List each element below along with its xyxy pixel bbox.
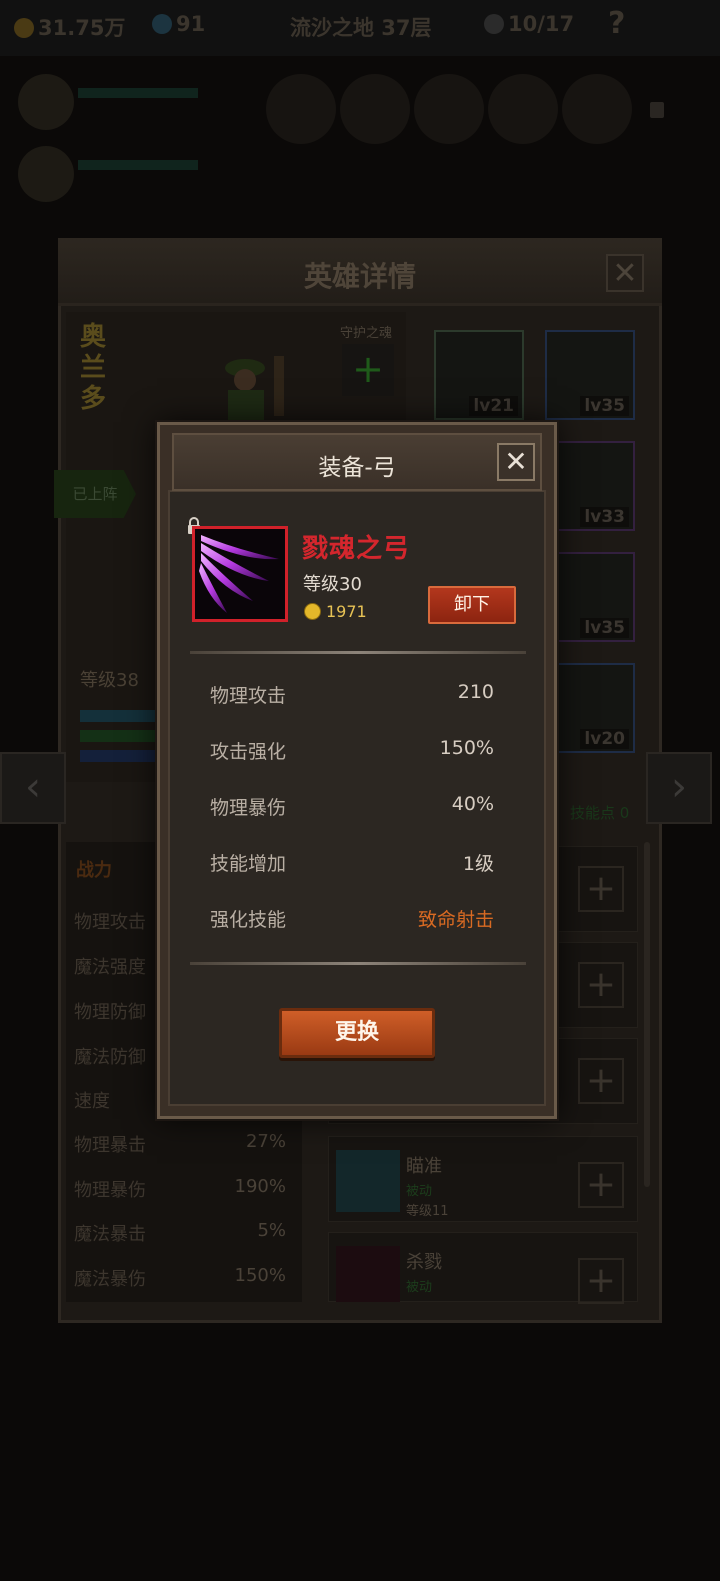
stage-label: 流沙之地 37层 xyxy=(290,16,432,40)
divider xyxy=(190,651,526,654)
skill-level: 等级11 xyxy=(406,1204,449,1219)
hp-bar xyxy=(80,730,158,742)
stat-label: 魔法暴击 xyxy=(74,1224,146,1245)
skill-type: 被动 xyxy=(406,1280,433,1295)
equip-stat-value: 150% xyxy=(439,737,494,759)
stat-label: 物理暴击 xyxy=(74,1135,146,1156)
equip-stat-label: 技能增加 xyxy=(210,853,287,875)
stats-title: 战力 xyxy=(76,860,112,881)
stat-label: 魔法暴伤 xyxy=(74,1269,146,1290)
bow-claw-icon xyxy=(199,535,279,613)
equip-stat-label: 强化技能 xyxy=(210,909,287,931)
help-button[interactable]: ? xyxy=(608,6,625,41)
enhanced-skill-value: 致命射击 xyxy=(417,909,494,931)
skill-name: 杀戮 xyxy=(406,1252,442,1273)
equip-slot-cloak[interactable]: lv33 xyxy=(545,441,635,531)
stat-label: 物理攻击 xyxy=(74,912,146,933)
equip-stat-label: 物理暴伤 xyxy=(210,797,287,819)
next-hero-button[interactable]: › xyxy=(646,752,712,824)
equip-stat-label: 攻击强化 xyxy=(210,741,287,763)
hero-detail-title: 英雄详情 xyxy=(303,260,416,293)
equip-stat-value: 1级 xyxy=(462,853,494,875)
equip-slot-shield[interactable]: lv20 xyxy=(545,663,635,753)
skill-upgrade-button[interactable]: + xyxy=(578,1258,624,1304)
equipment-level: 等级30 xyxy=(303,574,362,595)
skill-upgrade-button[interactable]: + xyxy=(578,1058,624,1104)
stat-value: 5% xyxy=(257,1220,286,1241)
slaughter-skill-icon xyxy=(336,1246,400,1302)
team-slot[interactable] xyxy=(562,74,632,144)
aim-skill-icon xyxy=(336,1150,400,1212)
gem-icon xyxy=(152,14,172,34)
deployed-tag: 已上阵 xyxy=(54,470,136,518)
equip-stat-value: 40% xyxy=(451,793,494,815)
equipment-modal-title: 装备-弓 xyxy=(318,455,396,481)
gold-coin-icon xyxy=(14,18,34,38)
skill-upgrade-button[interactable]: + xyxy=(578,962,624,1008)
replace-button[interactable]: 更换 xyxy=(279,1008,435,1058)
prev-hero-button[interactable]: ‹ xyxy=(0,752,66,824)
exp-bar xyxy=(80,710,158,722)
skill-points: 技能点 0 xyxy=(570,804,630,822)
equipment-name: 戮魂之弓 xyxy=(302,534,411,564)
divider xyxy=(190,962,526,965)
equip-slot-helmet[interactable]: lv21 xyxy=(434,330,524,420)
equip-slot-armor[interactable]: lv35 xyxy=(545,330,635,420)
hero-detail-close-button[interactable]: ✕ xyxy=(606,254,644,292)
skill-list-scrollbar[interactable] xyxy=(644,842,650,1187)
stamina-counter: 10/17 xyxy=(484,12,574,36)
hero-portrait[interactable] xyxy=(18,146,74,202)
stat-label: 物理暴伤 xyxy=(74,1180,146,1201)
stat-label: 魔法强度 xyxy=(74,957,146,978)
team-slot[interactable] xyxy=(488,74,558,144)
stat-value: 150% xyxy=(234,1265,286,1286)
hero-hp-bar xyxy=(78,160,198,170)
lock-icon xyxy=(650,102,664,118)
stat-label: 物理防御 xyxy=(74,1002,146,1023)
equip-stat-label: 物理攻击 xyxy=(210,685,287,707)
skill-type: 被动 xyxy=(406,1184,433,1199)
gem-counter: 91 xyxy=(152,12,205,36)
hero-portrait[interactable] xyxy=(18,74,74,130)
mp-bar xyxy=(80,750,158,762)
skill-upgrade-button[interactable]: + xyxy=(578,1162,624,1208)
hero-level: 等级38 xyxy=(80,670,139,691)
equip-slot-ring[interactable]: lv35 xyxy=(545,552,635,642)
stat-value: 27% xyxy=(245,1131,286,1152)
team-slot[interactable] xyxy=(340,74,410,144)
equip-stat-value: 210 xyxy=(457,681,494,703)
stat-label: 速度 xyxy=(74,1091,110,1112)
stat-value: 190% xyxy=(234,1176,286,1197)
team-slot[interactable] xyxy=(266,74,336,144)
gold-coin-icon xyxy=(304,603,321,620)
skill-upgrade-button[interactable]: + xyxy=(578,866,624,912)
gold-counter: 31.75万 xyxy=(14,12,125,42)
guardian-soul-label: 守护之魂 xyxy=(340,326,393,341)
hero-hp-bar xyxy=(78,88,198,98)
add-guardian-soul-button[interactable]: + xyxy=(342,344,394,396)
skill-name: 瞄准 xyxy=(406,1156,442,1177)
hero-name: 奥兰多 xyxy=(80,322,107,414)
equipment-icon-frame xyxy=(192,526,288,622)
hero-figure xyxy=(200,338,310,428)
skull-icon xyxy=(484,14,504,34)
stat-label: 魔法防御 xyxy=(74,1047,146,1068)
equipment-price: 1971 xyxy=(326,602,367,621)
team-slot[interactable] xyxy=(414,74,484,144)
close-button[interactable]: ✕ xyxy=(497,443,535,481)
unequip-button[interactable]: 卸下 xyxy=(428,586,516,624)
